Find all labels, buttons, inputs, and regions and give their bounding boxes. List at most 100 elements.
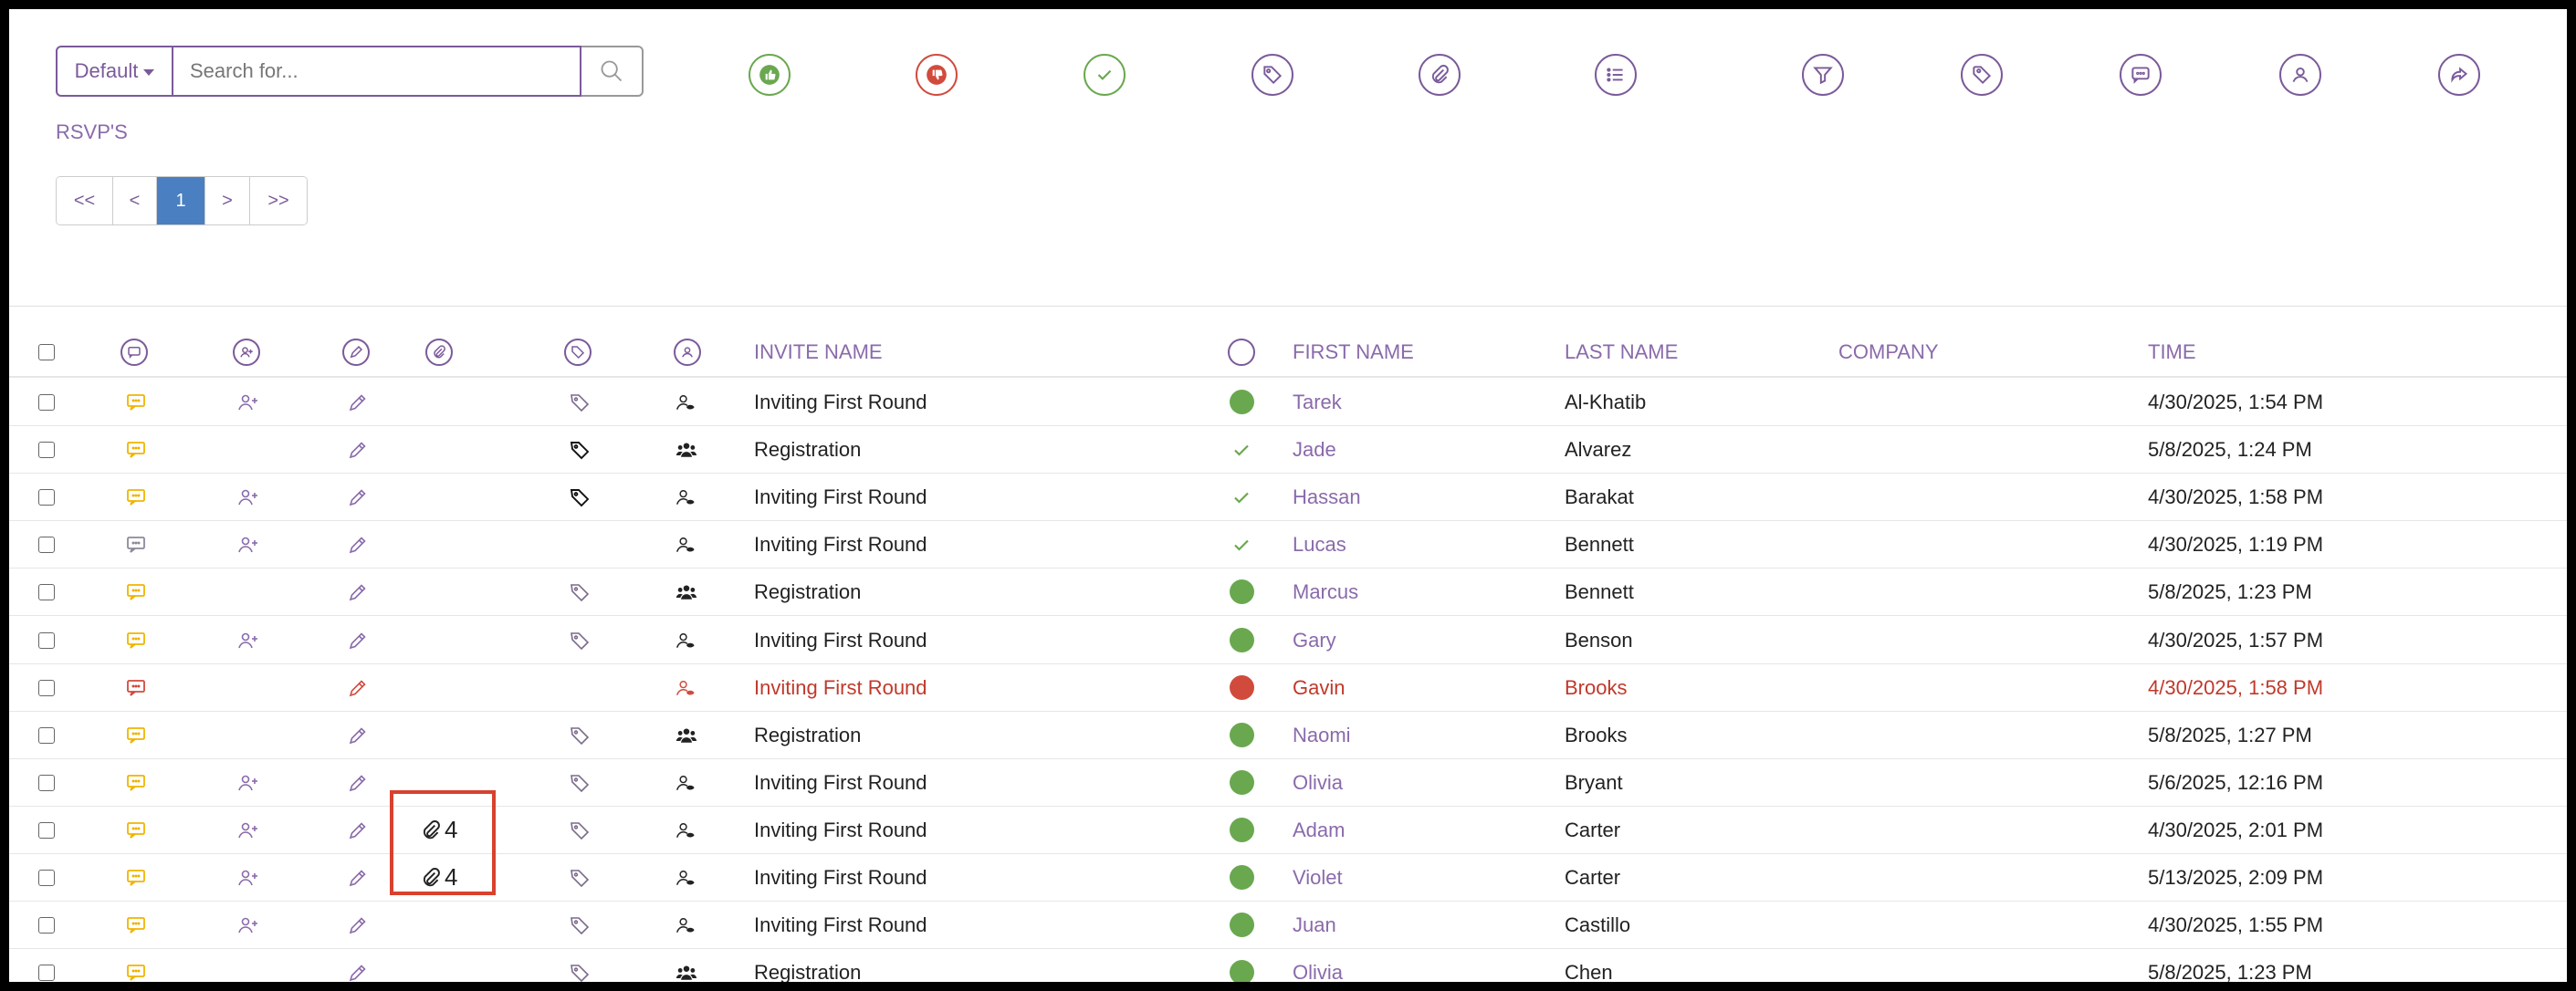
comment-icon[interactable]	[125, 569, 147, 615]
comment-icon[interactable]	[125, 426, 147, 473]
table-row[interactable]: Inviting First Round Juan Castillo 4/30/202…	[9, 902, 2567, 949]
tag-icon[interactable]	[569, 807, 591, 853]
row-checkbox[interactable]	[38, 774, 55, 791]
table-row[interactable]: Registration Naomi Brooks 5/8/2025, 1:27 PM	[9, 712, 2567, 759]
edit-icon[interactable]	[347, 521, 369, 568]
person-icon[interactable]	[675, 379, 703, 425]
row-checkbox[interactable]	[38, 536, 55, 553]
edit-icon[interactable]	[347, 379, 369, 425]
comment-icon[interactable]	[125, 712, 147, 758]
comment-icon[interactable]	[125, 949, 147, 982]
attachment-column-icon[interactable]	[425, 339, 453, 366]
tag-icon[interactable]	[569, 712, 591, 758]
row-checkbox[interactable]	[38, 393, 55, 411]
edit-icon[interactable]	[347, 759, 369, 806]
table-row[interactable]: Inviting First Round Gavin Brooks 4/30/2025…	[9, 664, 2567, 712]
edit-icon[interactable]	[347, 474, 369, 520]
person-icon[interactable]	[675, 807, 703, 853]
comment-icon[interactable]	[2120, 54, 2162, 96]
add-user-column-icon[interactable]	[233, 339, 260, 366]
rsvp-link[interactable]: RSVP'S	[56, 120, 128, 144]
table-row[interactable]: Inviting First Round Lucas Bennett 4/30/202…	[9, 521, 2567, 569]
add-user-icon[interactable]	[237, 521, 259, 568]
person-icon[interactable]	[675, 521, 703, 568]
comment-icon[interactable]	[125, 807, 147, 853]
invite-name-header[interactable]: INVITE NAME	[754, 340, 883, 364]
table-row[interactable]: Inviting First Round Hassan Barakat 4/30/20…	[9, 474, 2567, 521]
comment-icon[interactable]	[125, 759, 147, 806]
group-icon[interactable]	[675, 569, 703, 615]
tag-icon[interactable]	[569, 426, 591, 473]
row-checkbox[interactable]	[38, 916, 55, 934]
edit-column-icon[interactable]	[342, 339, 370, 366]
first-name-link[interactable]: Gavin	[1293, 676, 1345, 700]
share-icon[interactable]	[2438, 54, 2480, 96]
select-all-checkbox[interactable]	[38, 344, 55, 360]
edit-icon[interactable]	[347, 854, 369, 901]
thumbs-up-icon[interactable]	[749, 54, 791, 96]
edit-icon[interactable]	[347, 949, 369, 982]
add-user-icon[interactable]	[237, 807, 259, 853]
row-checkbox[interactable]	[38, 726, 55, 744]
person-column-icon[interactable]	[674, 339, 701, 366]
table-row[interactable]: Registration Marcus Bennett 5/8/2025, 1:23 …	[9, 569, 2567, 616]
filter-icon[interactable]	[1802, 54, 1844, 96]
tag-icon[interactable]	[569, 474, 591, 520]
first-name-link[interactable]: Violet	[1293, 866, 1343, 890]
tag-icon[interactable]	[569, 902, 591, 948]
page-prev-button[interactable]: <	[113, 177, 157, 224]
comment-column-icon[interactable]	[120, 339, 148, 366]
status-column-icon[interactable]	[1228, 339, 1255, 366]
group-icon[interactable]	[675, 426, 703, 473]
row-checkbox[interactable]	[38, 583, 55, 600]
table-row[interactable]: Inviting First Round Tarek Al-Khatib 4/30/2…	[9, 379, 2567, 426]
group-icon[interactable]	[675, 712, 703, 758]
tag-icon[interactable]	[569, 759, 591, 806]
tags-icon[interactable]	[1961, 54, 2003, 96]
edit-icon[interactable]	[347, 569, 369, 615]
company-header[interactable]: COMPANY	[1838, 340, 1939, 364]
time-header[interactable]: TIME	[2148, 340, 2196, 364]
edit-icon[interactable]	[347, 426, 369, 473]
tag-icon[interactable]	[569, 949, 591, 982]
row-checkbox[interactable]	[38, 821, 55, 839]
search-input[interactable]	[173, 46, 581, 97]
comment-icon[interactable]	[125, 379, 147, 425]
add-user-icon[interactable]	[237, 759, 259, 806]
comment-icon[interactable]	[125, 902, 147, 948]
edit-icon[interactable]	[347, 617, 369, 663]
tag-column-icon[interactable]	[564, 339, 592, 366]
first-name-link[interactable]: Lucas	[1293, 533, 1346, 557]
search-button[interactable]	[581, 46, 644, 97]
table-row[interactable]: Inviting First Round Gary Benson 4/30/2025,…	[9, 617, 2567, 664]
comment-icon[interactable]	[125, 521, 147, 568]
first-name-link[interactable]: Olivia	[1293, 771, 1343, 795]
first-name-link[interactable]: Hassan	[1293, 485, 1361, 509]
row-checkbox[interactable]	[38, 441, 55, 458]
user-icon[interactable]	[2279, 54, 2321, 96]
group-icon[interactable]	[675, 949, 703, 982]
filter-dropdown[interactable]: Default	[56, 46, 173, 97]
row-checkbox[interactable]	[38, 964, 55, 981]
add-user-icon[interactable]	[237, 617, 259, 663]
table-row[interactable]: Registration Jade Alvarez 5/8/2025, 1:24 PM	[9, 426, 2567, 474]
first-name-link[interactable]: Gary	[1293, 629, 1336, 652]
page-next-button[interactable]: >	[205, 177, 250, 224]
edit-icon[interactable]	[347, 712, 369, 758]
last-name-header[interactable]: LAST NAME	[1565, 340, 1678, 364]
first-name-link[interactable]: Adam	[1293, 819, 1345, 842]
page-current-button[interactable]: 1	[157, 177, 205, 224]
add-user-icon[interactable]	[237, 474, 259, 520]
first-name-link[interactable]: Marcus	[1293, 580, 1358, 604]
person-icon[interactable]	[675, 854, 703, 901]
thumbs-down-icon[interactable]	[916, 54, 958, 96]
comment-icon[interactable]	[125, 474, 147, 520]
person-icon[interactable]	[675, 759, 703, 806]
row-checkbox[interactable]	[38, 679, 55, 696]
tag-icon[interactable]	[569, 617, 591, 663]
comment-icon[interactable]	[125, 617, 147, 663]
add-user-icon[interactable]	[237, 379, 259, 425]
add-user-icon[interactable]	[237, 902, 259, 948]
add-user-icon[interactable]	[237, 854, 259, 901]
row-checkbox[interactable]	[38, 869, 55, 886]
